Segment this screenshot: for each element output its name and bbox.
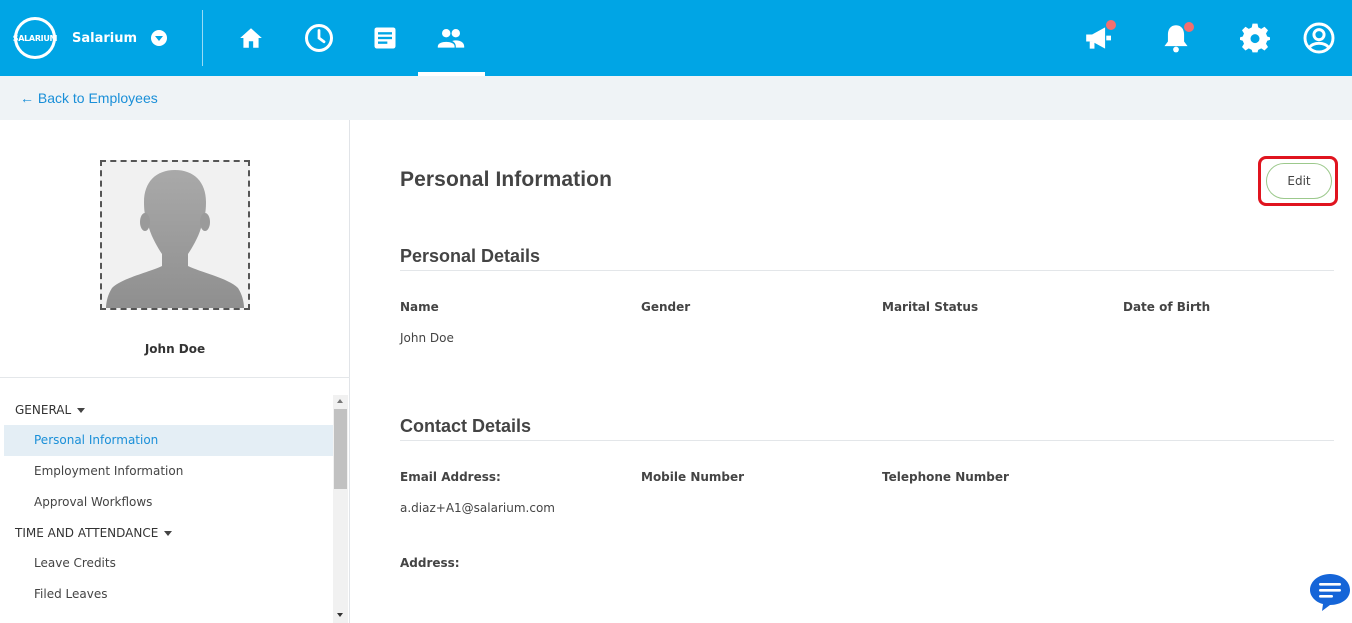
gear-icon[interactable] bbox=[1235, 18, 1275, 58]
top-navigation-bar: SALARIUM Salarium bbox=[0, 0, 1352, 76]
section-divider bbox=[400, 270, 1334, 271]
menu-group-time-and-attendance[interactable]: TIME AND ATTENDANCE bbox=[0, 518, 333, 548]
divider bbox=[0, 377, 350, 378]
email-address-label: Email Address: bbox=[400, 470, 501, 484]
bell-icon[interactable] bbox=[1156, 18, 1196, 58]
company-switcher[interactable]: SALARIUM Salarium bbox=[13, 17, 168, 59]
employee-menu: GENERAL Personal Information Employment … bbox=[0, 395, 333, 610]
chat-support-icon[interactable] bbox=[1308, 572, 1352, 612]
menu-item-filed-leaves[interactable]: Filed Leaves bbox=[0, 579, 333, 610]
menu-item-employment-information[interactable]: Employment Information bbox=[0, 456, 333, 487]
mobile-number-label: Mobile Number bbox=[641, 470, 745, 484]
nav-divider bbox=[202, 10, 203, 66]
scroll-up-arrow-icon[interactable] bbox=[337, 399, 343, 403]
people-icon[interactable] bbox=[431, 18, 471, 58]
employee-avatar[interactable] bbox=[100, 160, 250, 310]
notification-dot bbox=[1106, 20, 1116, 30]
main-content: Personal Information Edit Personal Detai… bbox=[351, 120, 1352, 623]
document-icon[interactable] bbox=[365, 18, 405, 58]
menu-item-personal-information[interactable]: Personal Information bbox=[4, 425, 333, 456]
salarium-logo: SALARIUM bbox=[13, 17, 58, 59]
home-icon[interactable] bbox=[231, 18, 271, 58]
menu-scrollbar[interactable] bbox=[333, 395, 348, 623]
clock-icon[interactable] bbox=[299, 18, 339, 58]
notification-dot bbox=[1184, 22, 1194, 32]
company-name: Salarium bbox=[72, 30, 138, 46]
chevron-down-icon[interactable] bbox=[151, 30, 168, 46]
user-account-icon[interactable] bbox=[1299, 18, 1339, 58]
section-divider bbox=[400, 440, 1334, 441]
telephone-number-label: Telephone Number bbox=[882, 470, 1009, 484]
breadcrumb-bar: ← Back to Employees bbox=[0, 76, 1352, 120]
caret-down-icon bbox=[77, 408, 86, 413]
date-of-birth-label: Date of Birth bbox=[1123, 300, 1211, 314]
menu-item-leave-credits[interactable]: Leave Credits bbox=[0, 548, 333, 579]
name-label: Name bbox=[400, 300, 439, 314]
menu-item-approval-workflows[interactable]: Approval Workflows bbox=[0, 487, 333, 518]
back-to-employees-link[interactable]: ← Back to Employees bbox=[20, 90, 158, 106]
gender-label: Gender bbox=[641, 300, 691, 314]
page-title: Personal Information bbox=[400, 168, 613, 191]
caret-down-icon bbox=[164, 531, 173, 536]
marital-status-label: Marital Status bbox=[882, 300, 979, 314]
logo-text: SALARIUM bbox=[13, 20, 58, 56]
email-address-value: a.diaz+A1@salarium.com bbox=[400, 501, 555, 515]
contact-details-heading: Contact Details bbox=[400, 416, 532, 436]
address-label: Address: bbox=[400, 556, 460, 570]
scrollbar-thumb[interactable] bbox=[334, 409, 347, 489]
employee-name: John Doe bbox=[144, 342, 206, 356]
personal-details-heading: Personal Details bbox=[400, 246, 541, 266]
employee-sidebar: John Doe GENERAL Personal Information Em… bbox=[0, 120, 350, 623]
megaphone-icon[interactable] bbox=[1078, 18, 1118, 58]
scroll-down-arrow-icon[interactable] bbox=[337, 613, 343, 617]
menu-group-general[interactable]: GENERAL bbox=[0, 395, 333, 425]
edit-button[interactable]: Edit bbox=[1266, 163, 1332, 199]
name-value: John Doe bbox=[400, 331, 454, 345]
